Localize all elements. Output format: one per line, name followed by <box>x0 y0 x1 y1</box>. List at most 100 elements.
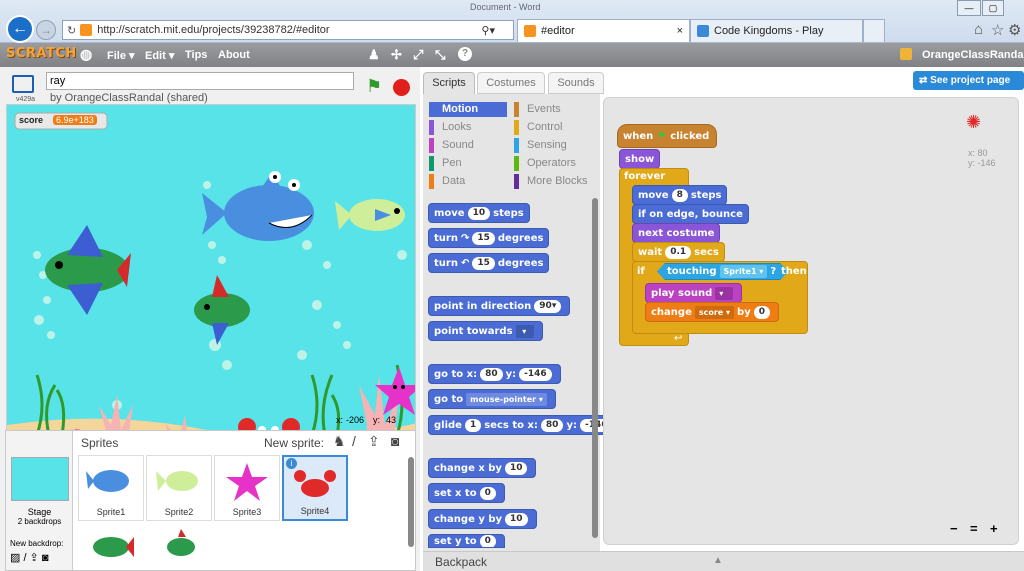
address-bar[interactable]: ↻ http://scratch.mit.edu/projects/392387… <box>62 20 514 40</box>
mouse-x-value: -206 <box>346 415 365 425</box>
shark-sprite1[interactable] <box>202 171 314 241</box>
menu-edit[interactable]: Edit ▾ <box>145 49 174 62</box>
category-motion[interactable]: Motion <box>429 102 507 117</box>
menu-tips[interactable]: Tips <box>185 49 207 61</box>
tab-code-kingdoms[interactable]: Code Kingdoms - Play <box>690 19 863 42</box>
forever-label: forever <box>624 171 666 182</box>
sprite-tile-fish-a[interactable] <box>86 527 136 567</box>
menu-file[interactable]: File ▾ <box>107 49 135 62</box>
fish-a-thumb-icon <box>93 537 134 557</box>
cut-icon[interactable]: ✢ <box>391 47 402 63</box>
palette-point-direction-block[interactable]: point in direction 90▾ <box>428 296 571 316</box>
sprite-library-icon[interactable]: ♞ <box>333 433 346 450</box>
grow-icon[interactable]: ⤢ <box>413 47 423 63</box>
duplicate-stamp-icon[interactable]: ♟ <box>368 47 380 63</box>
show-block[interactable]: show <box>619 149 661 169</box>
palette-point-towards-block[interactable]: point towards ▾ <box>428 321 543 341</box>
sprite-tile-sprite3[interactable]: Sprite3 <box>214 455 280 521</box>
project-title-input[interactable] <box>46 72 354 90</box>
category-operators[interactable]: Operators <box>514 156 594 171</box>
rotate-left-icon: ↶ <box>460 257 470 269</box>
if-label: if <box>637 266 645 277</box>
url-text: http://scratch.mit.edu/projects/39238782… <box>97 24 330 36</box>
sprite-tile-fish-b[interactable] <box>156 527 206 567</box>
tab-sounds[interactable]: Sounds <box>548 72 604 94</box>
username[interactable]: OrangeClassRandal <box>922 49 1024 61</box>
minimize-button[interactable]: — <box>957 0 981 16</box>
stage-backdrops-count: 2 backdrops <box>17 517 62 526</box>
zoom-in-icon[interactable]: + <box>990 521 998 536</box>
category-sensing[interactable]: Sensing <box>514 138 594 153</box>
palette-set-y-block[interactable]: set y to 0 <box>428 534 505 548</box>
shrink-icon[interactable]: ⤡ <box>435 47 445 63</box>
version-label: v429a <box>16 96 36 103</box>
palette-goto-block[interactable]: go to mouse-pointer ▾ <box>428 389 556 409</box>
category-more-blocks[interactable]: More Blocks <box>514 174 594 189</box>
category-data[interactable]: Data <box>429 174 507 189</box>
move-8-steps-block[interactable]: move 8 steps <box>632 185 728 205</box>
palette-change-x-block[interactable]: change x by 10 <box>428 458 537 478</box>
maximize-button[interactable]: ▢ <box>982 0 1004 16</box>
sprite-tile-sprite2[interactable]: Sprite2 <box>146 455 212 521</box>
fullscreen-icon[interactable] <box>12 75 34 93</box>
sprite-tile-sprite4[interactable]: i Sprite4 <box>282 455 348 521</box>
tab-new[interactable] <box>863 19 885 42</box>
upload-icon[interactable]: ⇪ <box>368 433 380 450</box>
change-score-block[interactable]: change score ▾ by 0 <box>645 302 779 322</box>
scratch-favicon-icon <box>80 24 93 36</box>
when-flag-clicked-hat[interactable]: when ⚑ clicked <box>617 124 717 148</box>
palette-set-x-block[interactable]: set x to 0 <box>428 483 505 503</box>
zoom-reset-icon[interactable]: = <box>970 521 978 536</box>
globe-language-icon[interactable]: ◍ <box>80 46 92 63</box>
refresh-icon[interactable]: ↻ <box>67 24 76 37</box>
tab-costumes[interactable]: Costumes <box>477 72 545 94</box>
backdrop-tools-icon[interactable]: ▨ / ⇪ ◙ <box>10 551 48 564</box>
home-icon[interactable]: ⌂ <box>974 21 983 38</box>
touching-sprite1-block[interactable]: touching Sprite1 ▾? <box>657 263 789 280</box>
zoom-out-icon[interactable]: − <box>950 521 958 536</box>
palette-goto-xy-block[interactable]: go to x: 80 y: -146 <box>428 364 561 384</box>
play-sound-block[interactable]: play sound ▾ <box>645 283 743 303</box>
search-icon[interactable]: ⚲▾ <box>481 24 495 37</box>
scratch-logo[interactable]: SCRATCH <box>6 46 77 61</box>
back-button[interactable]: ← <box>6 15 34 43</box>
if-on-edge-bounce-block[interactable]: if on edge, bounce <box>632 204 749 224</box>
user-folder-icon[interactable] <box>900 48 912 60</box>
tab-editor[interactable]: #editor × <box>517 19 690 42</box>
tab-close-icon[interactable]: × <box>677 25 683 37</box>
stop-sign-icon[interactable] <box>393 79 410 96</box>
palette-change-y-block[interactable]: change y by 10 <box>428 509 537 529</box>
category-events[interactable]: Events <box>514 102 594 117</box>
category-control[interactable]: Control <box>514 120 594 135</box>
palette-turn-right-block[interactable]: turn ↷ 15 degrees <box>428 228 550 248</box>
sprite-info-icon[interactable]: i <box>286 458 297 469</box>
favorites-icon[interactable]: ☆ <box>991 21 1004 39</box>
next-costume-block[interactable]: next costume <box>632 223 721 243</box>
palette-move-block[interactable]: move 10 steps <box>428 203 530 223</box>
settings-gear-icon[interactable]: ⚙ <box>1008 21 1021 39</box>
category-pen[interactable]: Pen <box>429 156 507 171</box>
fish-sprite2[interactable] <box>335 199 405 231</box>
stage-thumbnail[interactable] <box>11 457 69 501</box>
camera-icon[interactable]: ◙ <box>391 433 399 449</box>
rotate-right-icon: ↷ <box>460 232 470 244</box>
tab-scripts[interactable]: Scripts <box>423 72 475 94</box>
help-icon[interactable]: ? <box>458 47 472 61</box>
palette-turn-left-block[interactable]: turn ↶ 15 degrees <box>428 253 550 273</box>
category-sound[interactable]: Sound <box>429 138 507 153</box>
sprites-scrollbar[interactable] <box>408 457 414 547</box>
see-project-page-button[interactable]: ⇄ See project page <box>913 71 1024 90</box>
menu-about[interactable]: About <box>218 49 250 61</box>
green-flag-icon[interactable]: ⚑ <box>366 76 382 97</box>
category-looks[interactable]: Looks <box>429 120 507 135</box>
project-byline: by OrangeClassRandal (shared) <box>50 92 208 104</box>
paint-brush-icon[interactable]: / <box>352 433 356 449</box>
backpack-bar[interactable]: Backpack ▲ <box>423 551 1024 571</box>
sprite-tile-sprite1[interactable]: Sprite1 <box>78 455 144 521</box>
forward-button[interactable]: → <box>36 20 56 40</box>
wait-block[interactable]: wait 0.1 secs <box>632 242 725 262</box>
fish-middle[interactable] <box>194 275 250 345</box>
fish-big-left[interactable] <box>45 225 131 315</box>
backpack-expand-icon[interactable]: ▲ <box>713 555 723 566</box>
palette-scrollbar[interactable] <box>592 198 598 538</box>
